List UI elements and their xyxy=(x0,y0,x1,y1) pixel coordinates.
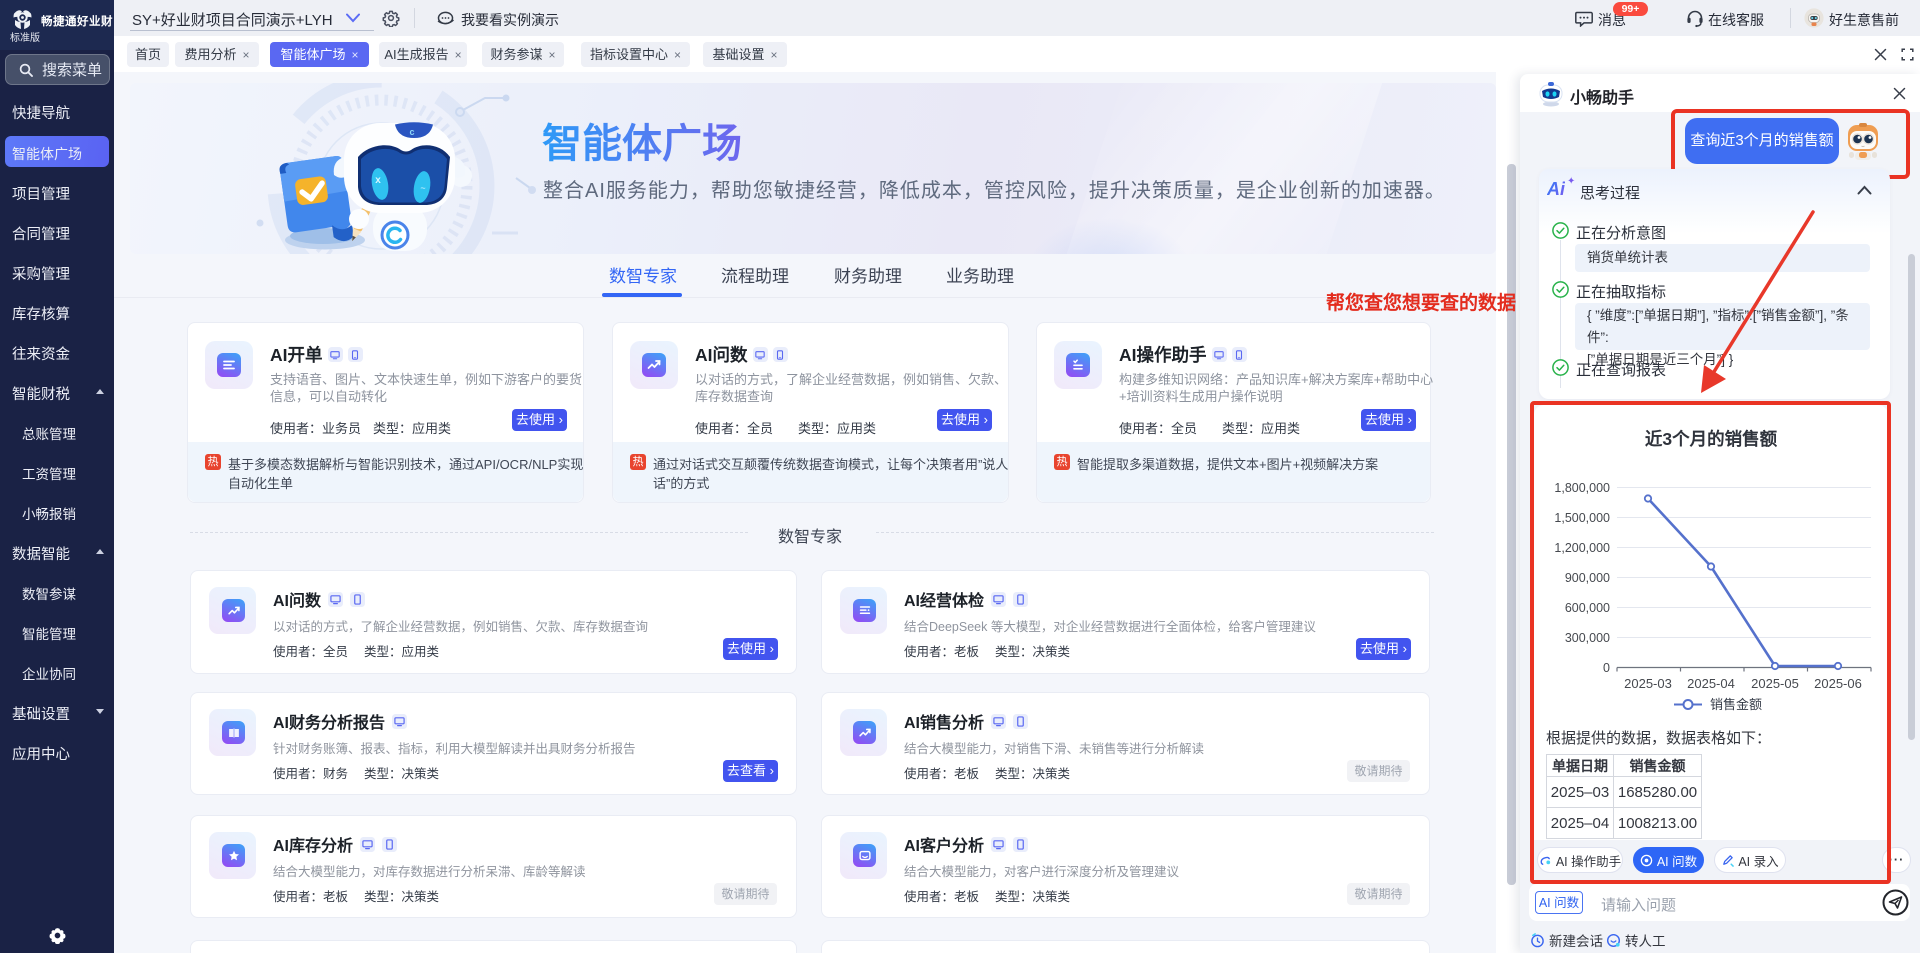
svg-text:x: x xyxy=(375,175,381,186)
svg-text:c: c xyxy=(409,127,414,137)
svg-text:~: ~ xyxy=(420,183,425,193)
